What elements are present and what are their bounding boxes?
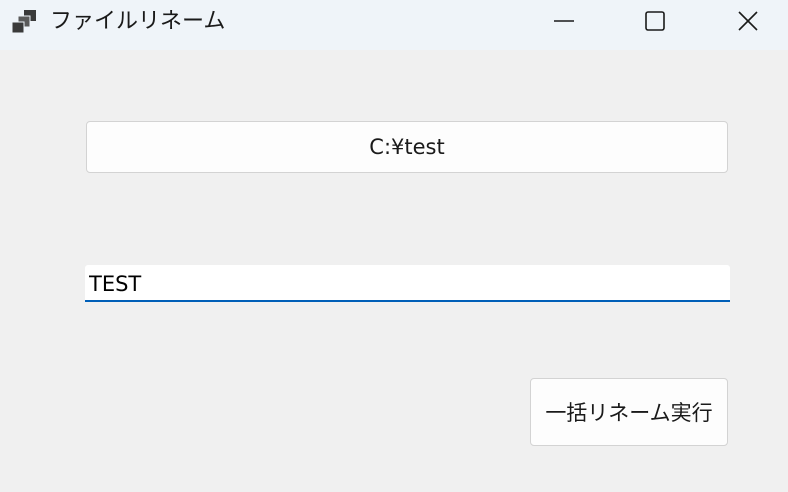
rename-text-input[interactable]: [85, 265, 730, 302]
execute-rename-button[interactable]: 一括リネーム実行: [530, 378, 728, 446]
title-bar[interactable]: ファイルリネーム: [0, 0, 788, 50]
minimize-button[interactable]: [534, 0, 594, 46]
maximize-icon: [644, 10, 666, 36]
folder-path-button[interactable]: C:¥test: [86, 121, 728, 173]
close-button[interactable]: [718, 0, 778, 46]
window-title: ファイルリネーム: [50, 9, 226, 34]
minimize-icon: [553, 10, 575, 36]
app-window-icon: [11, 10, 38, 34]
maximize-button[interactable]: [625, 0, 685, 46]
close-icon: [737, 10, 759, 36]
